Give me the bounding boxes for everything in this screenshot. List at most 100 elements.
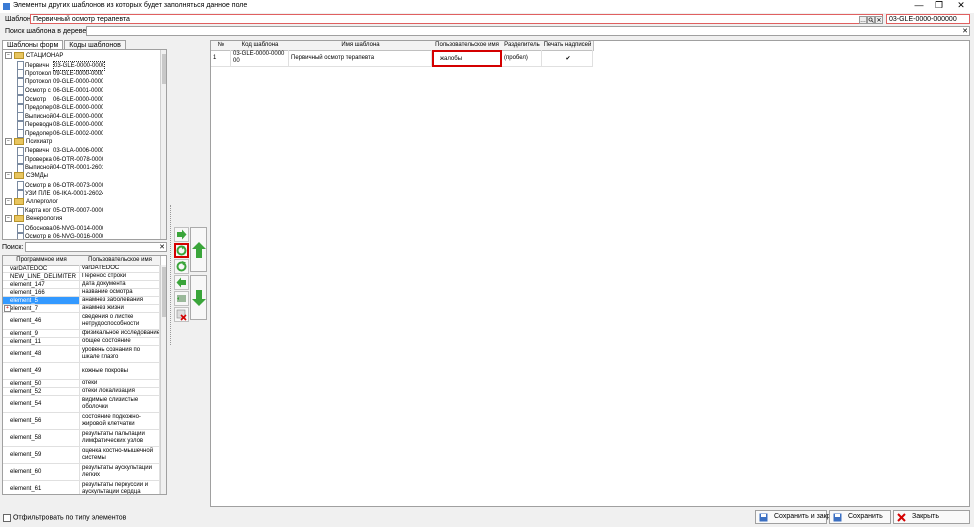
close-window-button[interactable]: ✕ bbox=[950, 0, 972, 12]
element-row-prog-name[interactable]: element_60 bbox=[3, 464, 80, 481]
close-button[interactable]: Закрыть bbox=[893, 510, 970, 524]
remove-all-button[interactable] bbox=[174, 291, 189, 306]
add-button[interactable] bbox=[174, 227, 189, 242]
tree-item[interactable]: Выписной04-GLE-0000-00000 bbox=[17, 112, 103, 122]
move-down-button[interactable] bbox=[190, 275, 207, 320]
delete-button[interactable] bbox=[174, 307, 189, 322]
template-search-button[interactable] bbox=[867, 16, 875, 24]
tree-item[interactable]: Обоснова06-NVG-0014-00006 bbox=[17, 224, 103, 233]
remove-button[interactable] bbox=[174, 275, 189, 290]
selected-elements-grid[interactable]: № Код шаблона Имя шаблона Пользовательск… bbox=[210, 40, 970, 507]
element-row-prog-name[interactable]: element_147 bbox=[3, 281, 80, 289]
element-row-prog-name[interactable]: element_9 bbox=[3, 330, 80, 338]
tree-item[interactable]: Предопер06-GLE-0002-00000 bbox=[17, 129, 103, 139]
tree-item[interactable]: Осмотр с 06-GLE-0001-00000 bbox=[17, 86, 103, 96]
element-row-user-name[interactable]: отеки локализация bbox=[80, 388, 160, 396]
tree-scrollbar-thumb[interactable] bbox=[162, 54, 166, 84]
element-row-prog-name[interactable]: element_54 bbox=[3, 396, 80, 413]
element-row-prog-name[interactable]: element_59 bbox=[3, 447, 80, 464]
element-search-input[interactable]: ✕ bbox=[25, 242, 167, 252]
tree-item[interactable]: Осмотр в 06-OTR-0073-00006 bbox=[17, 181, 103, 190]
element-row-user-name[interactable]: сведения о листке нетрудоспособности bbox=[80, 313, 160, 330]
element-row-prog-name[interactable]: element_48 bbox=[3, 346, 80, 363]
row-template-code[interactable]: 03-GLE-0000-0000 00 bbox=[231, 50, 289, 67]
filter-checkbox[interactable] bbox=[3, 514, 11, 522]
element-row-user-name[interactable]: анамнез заболевания bbox=[80, 297, 160, 305]
element-row-prog-name[interactable]: element_56 bbox=[3, 413, 80, 430]
template-clear-button[interactable]: ✕ bbox=[875, 16, 883, 24]
tree-item[interactable]: Протокол 09-GLE-0000-00000 bbox=[17, 69, 103, 79]
element-search-clear-button[interactable]: ✕ bbox=[159, 243, 165, 251]
element-row-prog-name[interactable]: element_11 bbox=[3, 338, 80, 346]
tree-expander[interactable]: − bbox=[5, 52, 12, 59]
tree-expander[interactable]: − bbox=[5, 138, 12, 145]
tree-item[interactable]: Протокол 09-GLE-0000-00000 bbox=[17, 77, 103, 87]
template-code-field[interactable]: 03-GLE-0000-000000 bbox=[886, 14, 970, 24]
tree-item[interactable]: Проверка06-OTR-0078-00006 bbox=[17, 155, 103, 165]
elements-scrollbar-thumb[interactable] bbox=[162, 267, 166, 317]
element-row-user-name[interactable]: анамнез жизни bbox=[80, 305, 160, 313]
tree-folder[interactable]: − СТАЦИОНАР bbox=[5, 52, 63, 60]
tree-folder[interactable]: − СЭМДы bbox=[5, 172, 48, 180]
element-row-prog-name[interactable]: element_52 bbox=[3, 388, 80, 396]
tree-folder[interactable]: − Аллерголог bbox=[5, 198, 58, 206]
element-row-prog-name[interactable]: NEW_LINE_DELIMITER bbox=[3, 273, 80, 281]
row-print-checkbox[interactable]: ✔ bbox=[542, 50, 593, 67]
row-expander[interactable]: + bbox=[4, 305, 11, 312]
element-row-user-name[interactable]: физикальное исследование bbox=[80, 330, 160, 338]
tree-item[interactable]: Осмотр в06-NVG-0016-00006 bbox=[17, 232, 103, 239]
tree-scrollbar[interactable] bbox=[160, 50, 166, 239]
save-and-close-button[interactable]: Сохранить и закрыть bbox=[755, 510, 843, 524]
row-user-name[interactable]: жалобы bbox=[432, 50, 502, 67]
element-row-user-name[interactable]: дата документа bbox=[80, 281, 160, 289]
element-row-user-name[interactable]: уровень сознания по шкале глазго bbox=[80, 346, 160, 363]
panel-splitter[interactable] bbox=[170, 205, 172, 345]
element-row-prog-name[interactable]: element_58 bbox=[3, 430, 80, 447]
tree-expander[interactable]: − bbox=[5, 198, 12, 206]
template-field[interactable]: Первичный осмотр терапевта … ✕ bbox=[30, 14, 883, 24]
tree-item[interactable]: Переводн08-GLE-0000-00000 bbox=[17, 120, 103, 130]
tree-item[interactable]: Первичн 03-GLA-0006-00000 bbox=[17, 146, 103, 156]
element-row-user-name[interactable]: видимые слизистые оболочки bbox=[80, 396, 160, 413]
tree-item[interactable]: Осмотр 06-GLE-0000-00000 bbox=[17, 95, 103, 104]
element-row-prog-name[interactable]: element_5 bbox=[3, 297, 80, 305]
element-row-prog-name[interactable]: element_61 bbox=[3, 481, 80, 494]
add-element-button[interactable] bbox=[174, 243, 189, 258]
elements-grid[interactable]: Программное имя Пользовательское имя var… bbox=[2, 255, 167, 495]
tree-item[interactable]: Выписной04-OTR-0001-26018 bbox=[17, 163, 103, 173]
restore-button[interactable]: ❐ bbox=[928, 0, 950, 12]
element-row-user-name[interactable]: состояние подкожно-жировой клетчатки bbox=[80, 413, 160, 430]
tree-item[interactable]: Карта ког 05-OTR-0007-00006 bbox=[17, 206, 103, 216]
tree-item[interactable]: Первичн 03-GLE-0000-00000 bbox=[17, 60, 105, 71]
tree-folder[interactable]: − Венерология bbox=[5, 215, 62, 223]
element-row-prog-name[interactable]: + element_7 bbox=[3, 305, 80, 313]
element-row-prog-name[interactable]: varDATEDOC bbox=[3, 265, 80, 273]
tree-folder[interactable]: − Психиатр bbox=[5, 138, 52, 146]
element-row-user-name[interactable]: общее состояние bbox=[80, 338, 160, 346]
element-row-prog-name[interactable]: element_50 bbox=[3, 380, 80, 388]
element-row-user-name[interactable]: varDATEDOC bbox=[80, 265, 160, 273]
element-row-user-name[interactable]: отеки bbox=[80, 380, 160, 388]
row-delimiter[interactable]: (пробел) bbox=[502, 50, 542, 67]
template-more-button[interactable]: … bbox=[859, 16, 867, 24]
filter-checkbox-row[interactable]: Отфильтровать по типу элементов bbox=[3, 514, 126, 523]
save-button[interactable]: Сохранить bbox=[829, 510, 891, 524]
tree-item[interactable]: Предопер08-GLE-0000-00000 bbox=[17, 103, 103, 113]
row-number[interactable]: 1 bbox=[211, 50, 231, 67]
element-row-user-name[interactable]: кожные покровы bbox=[80, 363, 160, 380]
element-row-user-name[interactable]: оценка костно-мышечной системы bbox=[80, 447, 160, 464]
tree-item[interactable]: УЗИ ПЛЕ 06-IKA-0001-26024 bbox=[17, 189, 103, 199]
elements-scrollbar[interactable] bbox=[160, 265, 166, 494]
element-row-prog-name[interactable]: element_46 bbox=[3, 313, 80, 330]
template-tree[interactable]: − СТАЦИОНАР Первичн 03-GLE-0000-00000 Проток… bbox=[2, 49, 167, 240]
tree-expander[interactable]: − bbox=[5, 172, 12, 180]
tree-search-input[interactable]: ✕ bbox=[86, 26, 970, 36]
tree-search-clear-button[interactable]: ✕ bbox=[962, 27, 968, 35]
move-up-button[interactable] bbox=[190, 227, 207, 272]
element-row-user-name[interactable]: Перенос строки bbox=[80, 273, 160, 281]
element-row-prog-name[interactable]: element_49 bbox=[3, 363, 80, 380]
replace-button[interactable] bbox=[174, 259, 189, 274]
row-template-name[interactable]: Первичный осмотр терапевта bbox=[289, 50, 432, 67]
tree-expander[interactable]: − bbox=[5, 215, 12, 223]
element-row-user-name[interactable]: результаты пальпации лимфатических узлов bbox=[80, 430, 160, 447]
